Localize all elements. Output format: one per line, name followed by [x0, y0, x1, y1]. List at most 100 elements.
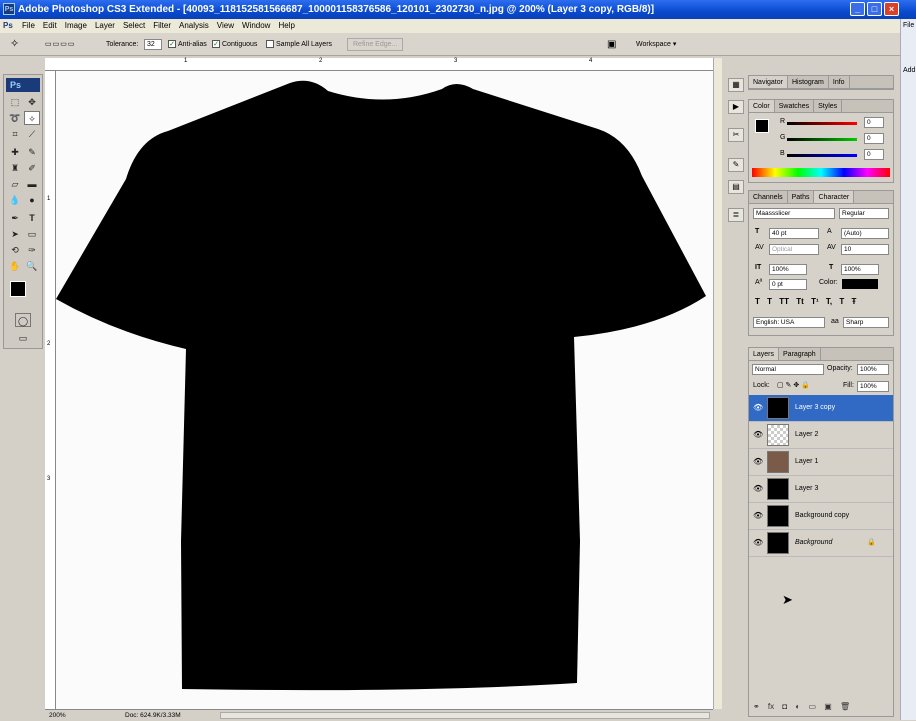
tab-character[interactable]: Character: [814, 191, 855, 203]
menu-filter[interactable]: Filter: [149, 19, 175, 33]
document-canvas[interactable]: [56, 71, 713, 709]
brushes-panel-icon[interactable]: ▦: [728, 78, 744, 92]
tab-color[interactable]: Color: [749, 100, 775, 112]
menu-view[interactable]: View: [213, 19, 238, 33]
slice-tool-icon[interactable]: ⟋: [24, 127, 40, 141]
leading-input[interactable]: (Auto): [841, 228, 889, 239]
font-style-select[interactable]: Regular: [839, 208, 889, 219]
tab-paths[interactable]: Paths: [788, 191, 815, 203]
shape-tool-icon[interactable]: ▭: [24, 227, 40, 241]
tab-histogram[interactable]: Histogram: [788, 76, 829, 88]
layer-comps-icon[interactable]: ≣: [728, 208, 744, 222]
visibility-eye-icon[interactable]: 👁: [753, 457, 763, 466]
clone-source-icon[interactable]: ✂: [728, 128, 744, 142]
ps-menu-icon[interactable]: Ps: [0, 19, 16, 33]
layer-row[interactable]: 👁 Layer 3: [749, 476, 893, 503]
horizontal-scrollbar[interactable]: [220, 712, 710, 719]
font-family-select[interactable]: Maassslicer: [753, 208, 835, 219]
tab-paragraph[interactable]: Paragraph: [779, 348, 821, 360]
tab-channels[interactable]: Channels: [749, 191, 788, 203]
tool-presets-icon[interactable]: ▶: [728, 100, 744, 114]
3d-rotate-icon[interactable]: ⟲: [7, 243, 23, 257]
hand-tool-icon[interactable]: ✋: [7, 259, 23, 273]
layer-row[interactable]: 👁 Layer 1: [749, 449, 893, 476]
menu-file[interactable]: File: [18, 19, 39, 33]
quick-mask-icon[interactable]: ◯: [15, 313, 31, 327]
magic-wand-tool-icon[interactable]: ✧: [24, 111, 40, 125]
eraser-tool-icon[interactable]: ▱: [7, 177, 23, 191]
visibility-eye-icon[interactable]: 👁: [753, 484, 763, 493]
type-style-buttons[interactable]: T T TT Tt T¹ T, T Ŧ: [755, 297, 889, 309]
path-selection-icon[interactable]: ➤: [7, 227, 23, 241]
contiguous-checkbox[interactable]: Contiguous: [212, 33, 257, 56]
healing-brush-icon[interactable]: ✚: [7, 145, 23, 159]
gradient-tool-icon[interactable]: ▬: [24, 177, 40, 191]
layer-row[interactable]: 👁 Layer 3 copy: [749, 395, 893, 422]
magic-wand-icon[interactable]: ✧: [10, 33, 19, 56]
selection-mode-icons[interactable]: ▭▭▭▭: [45, 33, 75, 56]
tab-info[interactable]: Info: [829, 76, 850, 88]
anti-alias-select[interactable]: Sharp: [843, 317, 889, 328]
close-button[interactable]: ×: [884, 2, 899, 16]
marquee-tool-icon[interactable]: ⬚: [7, 95, 23, 109]
refine-edge-button[interactable]: Refine Edge...: [347, 38, 404, 51]
visibility-eye-icon[interactable]: 👁: [753, 430, 763, 439]
b-slider[interactable]: [787, 154, 857, 157]
text-color-swatch[interactable]: [842, 279, 878, 289]
language-select[interactable]: English: USA: [753, 317, 825, 328]
vertical-scrollbar[interactable]: [713, 58, 722, 709]
eyedropper-icon[interactable]: ✑: [24, 243, 40, 257]
fill-input[interactable]: 100%: [857, 381, 889, 392]
history-brush-icon[interactable]: ✐: [24, 161, 40, 175]
layer-row[interactable]: 👁 Background copy: [749, 503, 893, 530]
visibility-eye-icon[interactable]: 👁: [753, 538, 763, 547]
palette-well-icon[interactable]: ▣: [607, 33, 616, 56]
visibility-eye-icon[interactable]: 👁: [753, 511, 763, 520]
menu-image[interactable]: Image: [61, 19, 91, 33]
anti-alias-checkbox[interactable]: Anti-alias: [168, 33, 207, 56]
brush-tool-icon[interactable]: ✎: [24, 145, 40, 159]
g-slider[interactable]: [787, 138, 857, 141]
tolerance-input[interactable]: 32: [144, 39, 162, 50]
color-ramp[interactable]: [752, 168, 890, 177]
r-slider[interactable]: [787, 122, 857, 125]
history-icon[interactable]: ▤: [728, 180, 744, 194]
sample-all-layers-checkbox[interactable]: Sample All Layers: [266, 33, 332, 56]
menu-layer[interactable]: Layer: [91, 19, 119, 33]
move-tool-icon[interactable]: ✥: [24, 95, 40, 109]
blur-tool-icon[interactable]: 💧: [7, 193, 23, 207]
menu-edit[interactable]: Edit: [39, 19, 61, 33]
screen-mode-icon[interactable]: ▭: [15, 331, 31, 345]
kerning-select[interactable]: Optical: [769, 244, 819, 255]
crop-tool-icon[interactable]: ⌗: [7, 127, 23, 141]
color-fg-swatch[interactable]: [755, 119, 769, 133]
dodge-tool-icon[interactable]: ●: [24, 193, 40, 207]
horizontal-scale-input[interactable]: 100%: [841, 264, 879, 275]
b-input[interactable]: 0: [864, 149, 884, 160]
opacity-input[interactable]: 100%: [857, 364, 889, 375]
foreground-color-swatch[interactable]: [10, 281, 26, 297]
r-input[interactable]: 0: [864, 117, 884, 128]
menu-help[interactable]: Help: [274, 19, 298, 33]
tab-styles[interactable]: Styles: [814, 100, 843, 112]
layer-row[interactable]: 👁 Background 🔒: [749, 530, 893, 557]
menu-analysis[interactable]: Analysis: [175, 19, 213, 33]
actions-icon[interactable]: ✎: [728, 158, 744, 172]
g-input[interactable]: 0: [864, 133, 884, 144]
font-size-input[interactable]: 40 pt: [769, 228, 819, 239]
visibility-eye-icon[interactable]: 👁: [753, 403, 763, 412]
pen-tool-icon[interactable]: ✒: [7, 211, 23, 225]
tab-layers[interactable]: Layers: [749, 348, 780, 360]
tab-swatches[interactable]: Swatches: [775, 100, 815, 112]
workspace-menu[interactable]: Workspace ▾: [636, 33, 676, 56]
blend-mode-select[interactable]: Normal: [752, 364, 824, 375]
lock-icons[interactable]: ▢ ✎ ✥ 🔒: [777, 381, 810, 391]
zoom-tool-icon[interactable]: 🔍: [24, 259, 40, 273]
zoom-level[interactable]: 200%: [49, 710, 66, 721]
lasso-tool-icon[interactable]: ➰: [7, 111, 23, 125]
baseline-input[interactable]: 0 pt: [769, 279, 807, 290]
vertical-scale-input[interactable]: 100%: [769, 264, 807, 275]
tab-navigator[interactable]: Navigator: [749, 76, 788, 88]
tracking-input[interactable]: 10: [841, 244, 889, 255]
layer-footer-buttons[interactable]: ⚭ fx ◘ ◐ ▭ ▣ 🗑: [753, 702, 889, 714]
